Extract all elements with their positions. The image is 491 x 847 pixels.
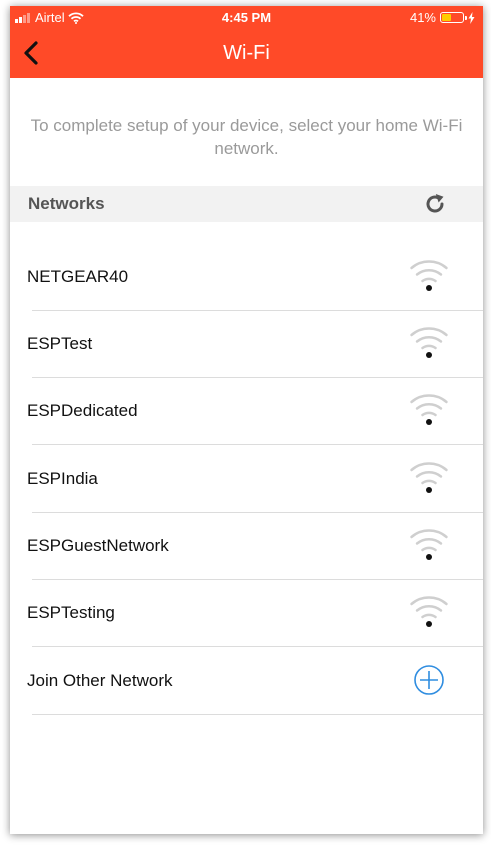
wifi-icon [410, 529, 448, 560]
join-other-network-row[interactable]: Join Other Network [10, 648, 483, 715]
row-divider [32, 444, 483, 445]
refresh-button[interactable] [423, 192, 447, 216]
network-row[interactable]: ESPIndia [10, 446, 483, 513]
network-row[interactable]: ESPDedicated [10, 378, 483, 445]
instruction-text: To complete setup of your device, select… [30, 116, 463, 158]
wifi-icon [410, 394, 448, 425]
row-divider [32, 714, 483, 715]
network-name: NETGEAR40 [27, 267, 129, 286]
network-name: ESPTest [27, 334, 93, 353]
networks-section-label: Networks [28, 194, 105, 213]
network-name: ESPTesting [27, 603, 115, 622]
status-bar: Airtel 4:45 PM 41% [10, 6, 483, 30]
network-row[interactable]: ESPTesting [10, 580, 483, 647]
battery-percentage: 41% [409, 10, 436, 25]
network-name: ESPDedicated [27, 401, 138, 420]
wifi-icon [410, 596, 448, 627]
refresh-icon [426, 194, 444, 213]
header-bar: Airtel 4:45 PM 41% Wi-Fi [10, 6, 483, 78]
network-name: ESPIndia [27, 469, 98, 488]
row-divider [32, 646, 483, 647]
page-title: Wi-Fi [223, 42, 270, 64]
network-name: ESPGuestNetwork [27, 536, 169, 555]
networks-section-header: Networks [10, 186, 483, 222]
join-other-network-label: Join Other Network [27, 671, 173, 690]
battery-icon [440, 12, 467, 23]
network-row[interactable]: ESPGuestNetwork [10, 513, 483, 580]
wifi-icon [410, 462, 448, 493]
app-screen: Airtel 4:45 PM 41% Wi-Fi To complete set… [10, 6, 483, 834]
wifi-icon [410, 327, 448, 358]
charging-icon [468, 11, 475, 24]
plus-circle-icon [414, 665, 444, 695]
battery-group: 41% [410, 10, 475, 25]
wifi-icon [410, 260, 448, 291]
network-row[interactable]: NETGEAR40 [10, 244, 483, 311]
network-row[interactable]: ESPTest [10, 311, 483, 378]
